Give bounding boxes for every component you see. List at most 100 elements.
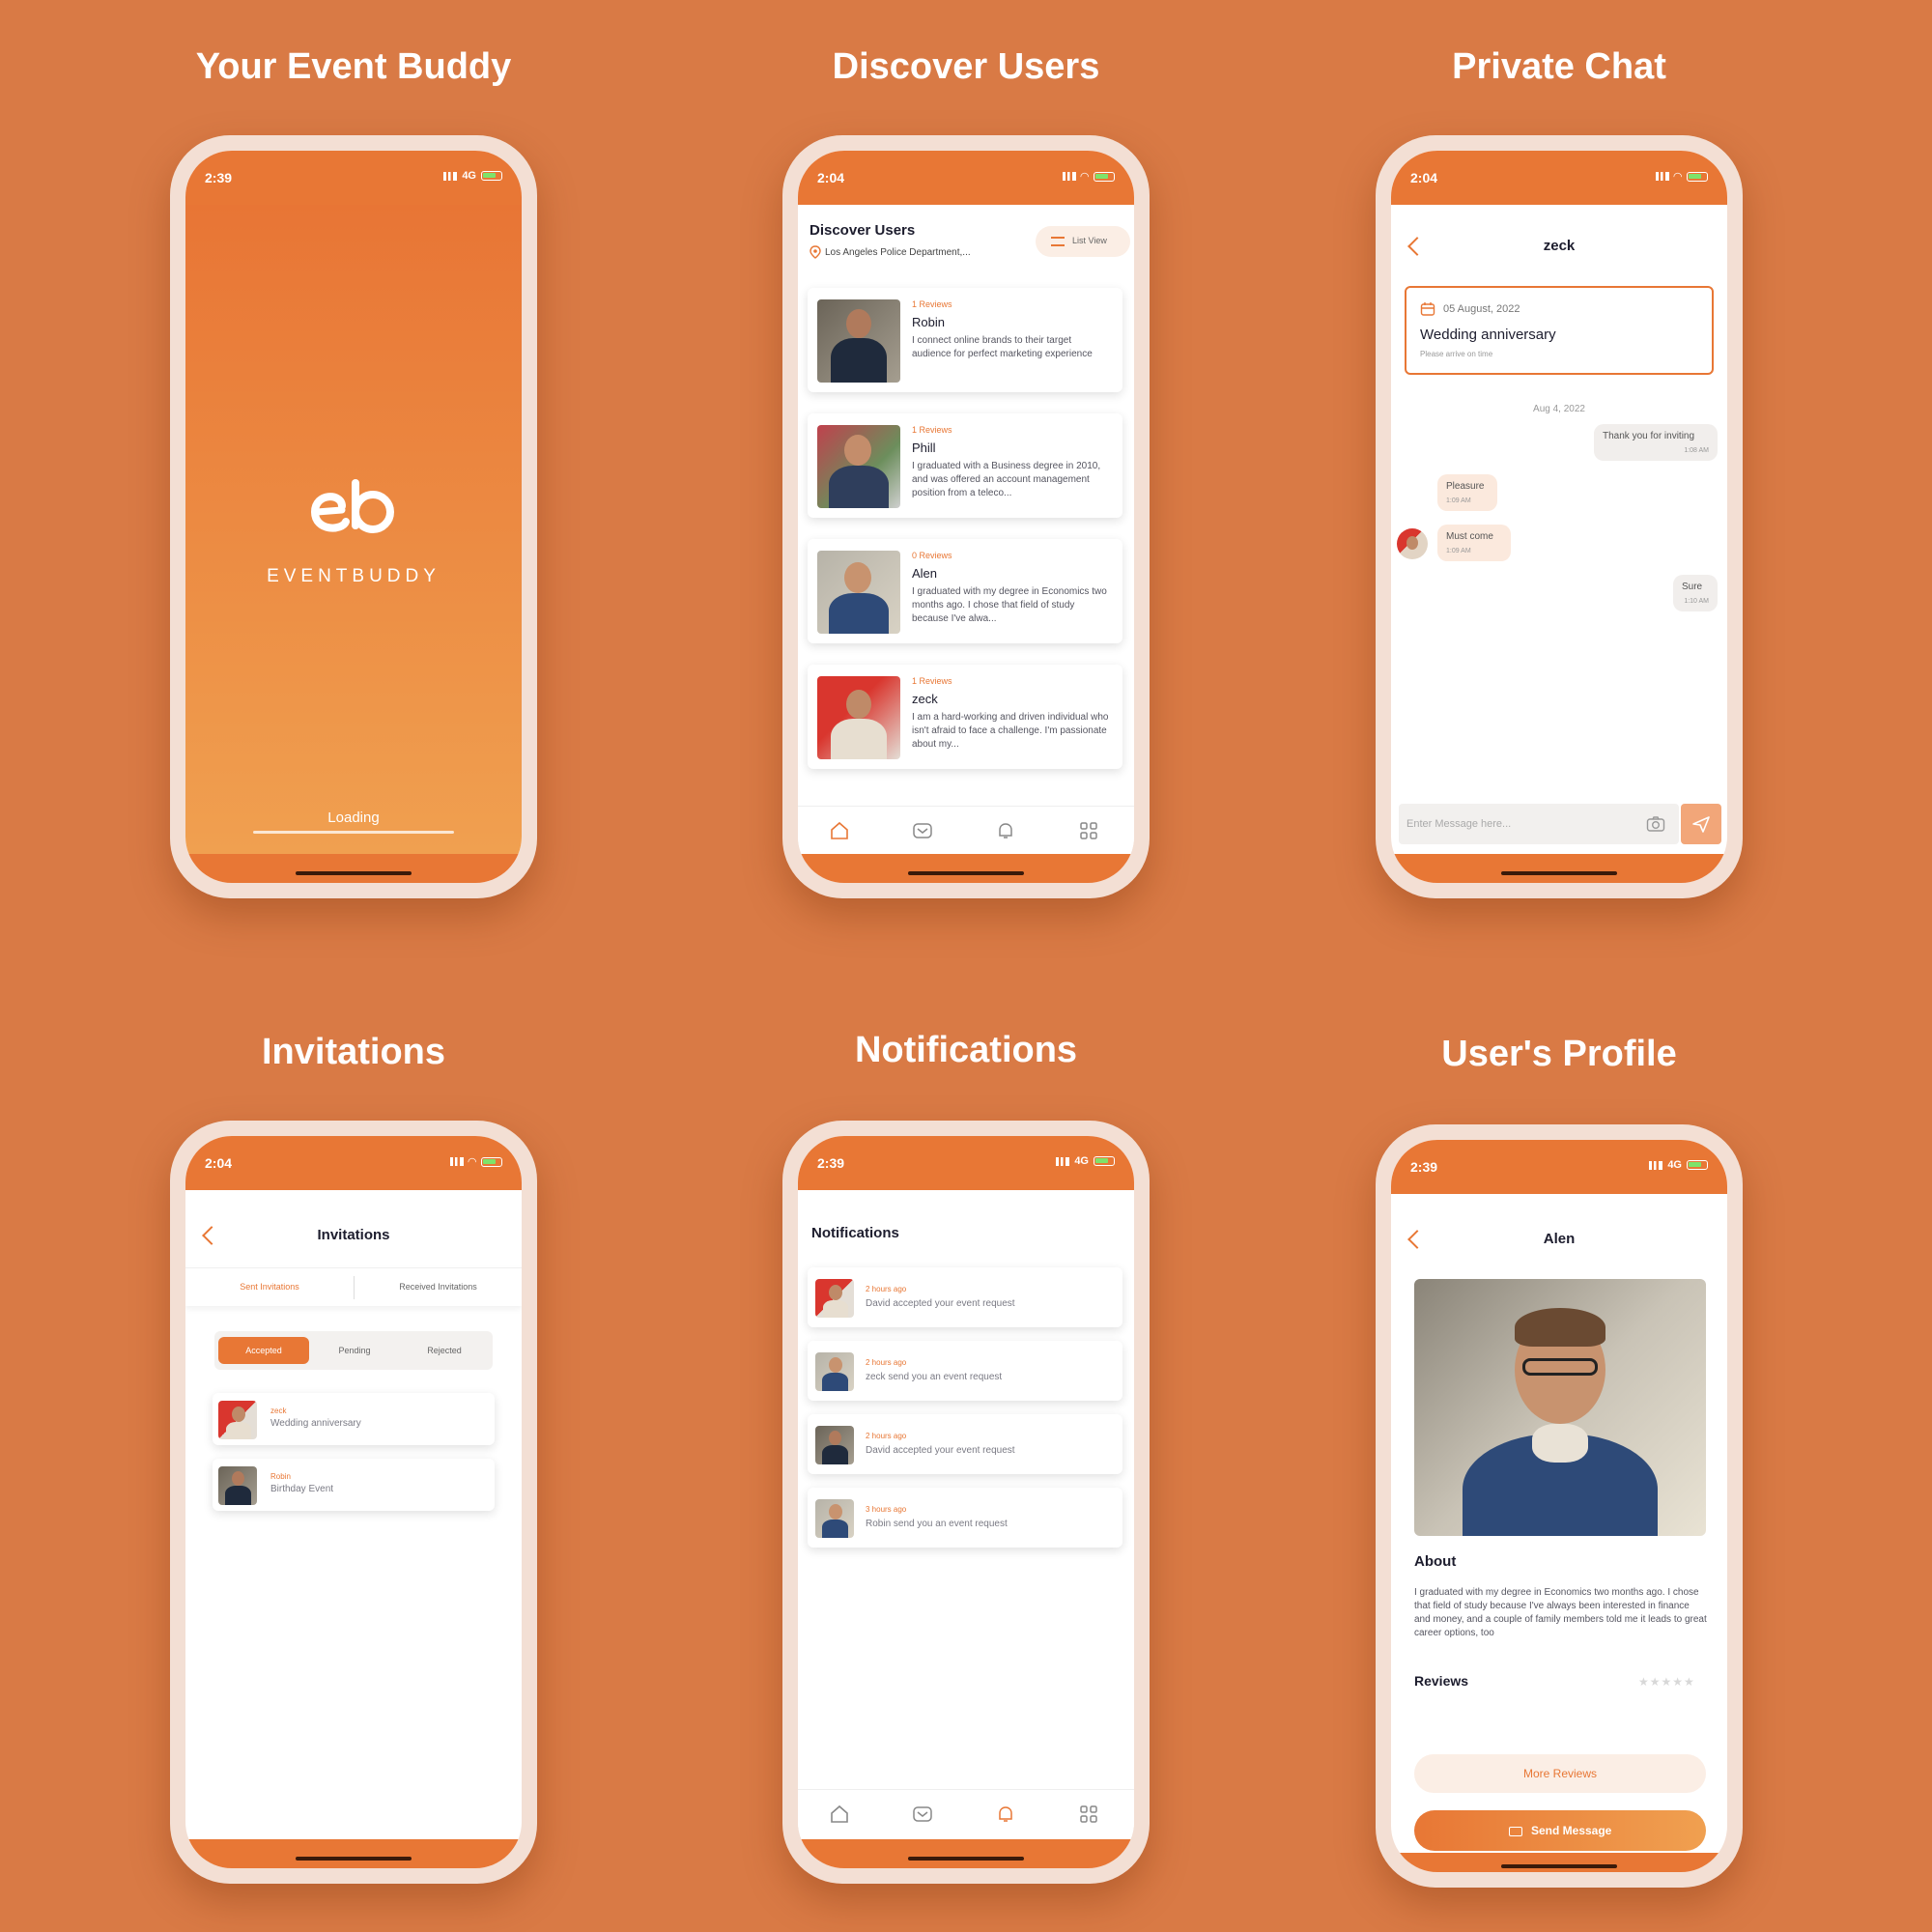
segment-rejected[interactable]: Rejected [400, 1337, 489, 1364]
message-input-placeholder: Enter Message here... [1406, 818, 1512, 830]
send-button[interactable] [1681, 804, 1721, 844]
bottom-band [1391, 1853, 1727, 1872]
notification-time: 2 hours ago [866, 1432, 907, 1440]
event-invite-card[interactable]: 05 August, 2022 Wedding anniversary Plea… [1405, 286, 1714, 375]
status-icons: 4G [1649, 1159, 1708, 1171]
status-time: 2:39 [205, 170, 233, 185]
notification-text: Robin send you an event request [866, 1519, 1008, 1529]
send-message-label: Send Message [1530, 1824, 1612, 1837]
battery-icon [1687, 171, 1708, 182]
user-card[interactable]: 1 Reviews Robin I connect online brands … [808, 288, 1122, 392]
list-view-button[interactable]: List View [1036, 226, 1130, 257]
user-card[interactable]: 1 Reviews zeck I am a hard-working and d… [808, 665, 1122, 769]
review-count: 1 Reviews [912, 676, 952, 686]
caption-splash: Your Event Buddy [195, 46, 512, 87]
avatar [218, 1466, 257, 1505]
tab-received-invitations[interactable]: Received Invitations [355, 1282, 522, 1292]
status-bar: 2:39 4G [185, 151, 522, 205]
more-reviews-label: More Reviews [1522, 1767, 1598, 1780]
notification-text: David accepted your event request [866, 1445, 1015, 1456]
status-time: 2:04 [205, 1155, 233, 1171]
bottom-band [798, 854, 1134, 883]
invitee-name: zeck [270, 1406, 287, 1415]
mail-icon [1508, 1826, 1522, 1836]
chat-partner-name: zeck [1543, 238, 1576, 254]
page-title: Invitations [317, 1227, 390, 1243]
star-rating: ★★★★★ [1638, 1675, 1695, 1689]
user-photo [817, 551, 900, 634]
chat-date-separator: Aug 4, 2022 [1533, 404, 1585, 414]
event-date: 05 August, 2022 [1443, 303, 1520, 315]
camera-icon[interactable] [1646, 815, 1665, 833]
home-indicator[interactable] [908, 871, 1024, 875]
list-view-label: List View [1072, 236, 1107, 245]
bell-icon[interactable] [995, 1804, 1016, 1825]
user-description: I am a hard-working and driven individua… [912, 712, 1109, 750]
tab-bar [798, 1789, 1134, 1837]
signal-icon [1655, 172, 1669, 181]
bell-icon[interactable] [995, 820, 1016, 841]
status-bar: 2:04 ◠ [798, 151, 1134, 205]
invitation-item[interactable]: Robin Birthday Event [213, 1459, 495, 1511]
invitation-item[interactable]: zeck Wedding anniversary [213, 1393, 495, 1445]
notification-item[interactable]: 2 hours ago zeck send you an event reque… [808, 1341, 1122, 1401]
notification-item[interactable]: 3 hours ago Robin send you an event requ… [808, 1488, 1122, 1548]
home-indicator[interactable] [1501, 871, 1617, 875]
eventbuddy-logo-icon [310, 479, 394, 533]
caption-invitations: Invitations [261, 1032, 446, 1072]
message-text: Sure [1682, 582, 1703, 592]
phone-splash: 2:39 4G EVENTBUDDY Loading [170, 135, 537, 898]
home-indicator[interactable] [296, 1857, 412, 1861]
home-icon[interactable] [829, 1804, 850, 1825]
user-photo [817, 299, 900, 383]
discover-screen: 2:04 ◠ Discover Users Los Angeles Police… [798, 151, 1134, 883]
avatar [815, 1499, 854, 1538]
tab-sent-invitations[interactable]: Sent Invitations [185, 1282, 354, 1292]
segment-accepted[interactable]: Accepted [218, 1337, 309, 1364]
home-icon[interactable] [829, 820, 850, 841]
network-label: 4G [1667, 1159, 1682, 1171]
wifi-icon: ◠ [1080, 171, 1089, 183]
home-indicator[interactable] [1501, 1864, 1617, 1868]
logo-wordmark: EVENTBUDDY [267, 566, 440, 586]
caption-profile: User's Profile [1441, 1034, 1677, 1074]
invitee-name: Robin [270, 1472, 291, 1481]
message-time: 1:09 AM [1446, 548, 1471, 554]
location-text[interactable]: Los Angeles Police Department,... [825, 247, 971, 258]
more-reviews-button[interactable]: More Reviews [1414, 1754, 1706, 1793]
status-bar: 2:39 4G [1391, 1140, 1727, 1194]
message-time: 1:09 AM [1446, 497, 1471, 504]
user-name: Phill [912, 440, 936, 455]
messages-icon[interactable] [912, 820, 933, 841]
review-count: 1 Reviews [912, 425, 952, 435]
home-indicator[interactable] [908, 1857, 1024, 1861]
user-card[interactable]: 1 Reviews Phill I graduated with a Busin… [808, 413, 1122, 518]
grid-menu-icon[interactable] [1078, 1804, 1099, 1825]
status-bar: 2:04 ◠ [185, 1136, 522, 1190]
avatar [815, 1426, 854, 1464]
message-input[interactable]: Enter Message here... [1399, 804, 1679, 844]
status-icons: ◠ [449, 1155, 502, 1168]
grid-menu-icon[interactable] [1078, 820, 1099, 841]
status-icons: 4G [443, 170, 502, 182]
invitations-screen: 2:04 ◠ Invitations Sent Invitations Rece… [185, 1136, 522, 1868]
user-card[interactable]: 0 Reviews Alen I graduated with my degre… [808, 539, 1122, 643]
calendar-icon [1420, 302, 1435, 316]
home-indicator[interactable] [296, 871, 412, 875]
status-bar: 2:39 4G [798, 1136, 1134, 1190]
user-name: Robin [912, 315, 945, 329]
page-title: Notifications [811, 1225, 899, 1241]
notification-item[interactable]: 2 hours ago David accepted your event re… [808, 1267, 1122, 1327]
caption-notifications: Notifications [854, 1030, 1078, 1070]
message-text: Must come [1446, 531, 1493, 542]
segment-pending[interactable]: Pending [309, 1337, 400, 1364]
location-pin-icon [810, 245, 821, 259]
wifi-icon: ◠ [1673, 171, 1682, 183]
message-time: 1:08 AM [1684, 447, 1709, 454]
signal-icon [1062, 172, 1076, 181]
notification-item[interactable]: 2 hours ago David accepted your event re… [808, 1414, 1122, 1474]
loading-progress-bar [253, 831, 454, 834]
messages-icon[interactable] [912, 1804, 933, 1825]
notification-time: 3 hours ago [866, 1505, 907, 1514]
send-message-button[interactable]: Send Message [1414, 1810, 1706, 1851]
